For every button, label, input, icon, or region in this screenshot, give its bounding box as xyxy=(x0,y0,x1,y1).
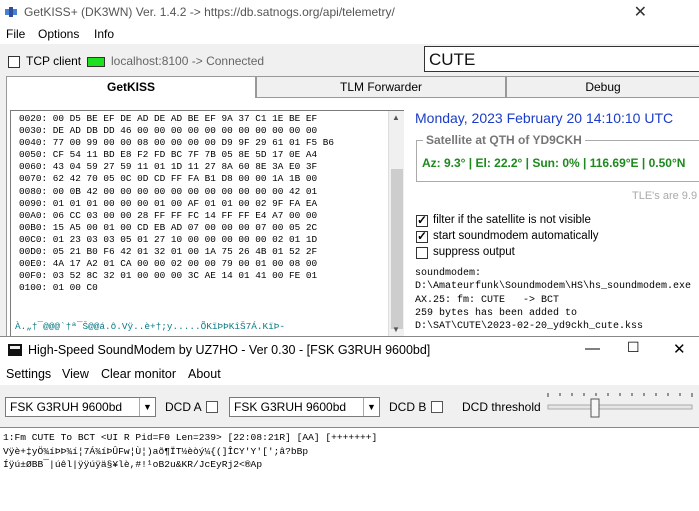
hex-line: 0070: 62 42 70 05 0C 0D CD FF FA B1 D8 0… xyxy=(19,173,318,185)
hex-line: 0100: 01 00 C0 xyxy=(19,282,98,294)
menu-info[interactable]: Info xyxy=(94,27,114,41)
suppress-output-label: suppress output xyxy=(433,246,515,258)
getkiss-window: GetKISS+ (DK3WN) Ver. 1.4.2 -> https://d… xyxy=(0,0,699,338)
soundmodem-titlebar[interactable]: High-Speed SoundModem by UZ7HO - Ver 0.3… xyxy=(0,337,699,363)
status-log: soundmodem: D:\Amateurfunk\Soundmodem\HS\… xyxy=(415,267,691,333)
monitor-lines: 1:Fm CUTE To BCT <UI R Pid=F0 Len=239> [… xyxy=(3,431,377,472)
filter-visible-checkbox[interactable] xyxy=(416,213,428,227)
hex-line: 00F0: 03 52 8C 32 01 00 00 00 3C AE 14 0… xyxy=(19,270,318,282)
monitor-line: Vÿè+‡yÖ¾íÞÞ¾í¦7Á¾íÞÛFw¦Ù¦)aõ¶ÏT½èòý¼{(]Î… xyxy=(3,445,309,457)
log-line: AX.25: fm: CUTE -> BCT xyxy=(415,294,560,306)
hex-line: 00A0: 06 CC 03 00 00 28 FF FF FC 14 FF F… xyxy=(19,209,318,221)
monitor-line: Íÿú±ØBB¯|úêl|ÿÿúÿä§¥lè,#!¹oB2u&KR/JcEyRj… xyxy=(3,459,263,470)
hex-line: 00C0: 01 23 03 03 05 01 27 10 00 00 00 0… xyxy=(19,233,318,245)
menu-file[interactable]: File xyxy=(6,27,25,41)
monitor-line: 1:Fm CUTE To BCT <UI R Pid=F0 Len=239> [… xyxy=(3,432,378,443)
monitor-view[interactable]: 1:Fm CUTE To BCT <UI R Pid=F0 Len=239> [… xyxy=(0,427,699,511)
qth-values: Az: 9.3° | El: 22.2° | Sun: 0% | 116.69°… xyxy=(422,156,686,170)
menu-view[interactable]: View xyxy=(62,367,89,381)
hex-line: 0030: DE AD DB DD 46 00 00 00 00 00 00 0… xyxy=(19,125,318,137)
log-line: D:\SAT\CUTE\2023-02-20_yd9ckh_cute.kss xyxy=(415,321,644,333)
dcd-a-indicator xyxy=(206,401,218,413)
tab-getkiss[interactable]: GetKISS xyxy=(6,76,256,100)
hex-line: 0080: 00 0B 42 00 00 00 00 00 00 00 00 0… xyxy=(19,185,318,197)
scroll-up-icon[interactable]: ▲ xyxy=(392,113,400,122)
tcp-client-label: TCP client xyxy=(26,54,82,68)
start-soundmodem-label: start soundmodem automatically xyxy=(433,230,599,242)
maximize-icon[interactable]: ☐ xyxy=(627,339,640,356)
tcp-client-checkbox[interactable] xyxy=(8,56,20,68)
dcd-threshold-slider[interactable] xyxy=(546,391,696,423)
modem-b-value: FSK G3RUH 9600bd xyxy=(234,400,347,414)
hex-scrollbar[interactable]: ▲ ▼ xyxy=(388,111,404,337)
modem-a-value: FSK G3RUH 9600bd xyxy=(10,400,123,414)
satellite-app-icon xyxy=(5,7,17,17)
hex-line: 0040: 77 00 99 00 00 08 00 00 00 00 D9 9… xyxy=(19,137,335,149)
filter-visible-label: filter if the satellite is not visible xyxy=(433,214,591,226)
tab-tlm-forwarder[interactable]: TLM Forwarder xyxy=(256,76,506,98)
log-line: 259 bytes has been added to xyxy=(415,307,578,319)
getkiss-title: GetKISS+ (DK3WN) Ver. 1.4.2 -> https://d… xyxy=(24,5,395,19)
hex-dump-view[interactable]: 0020: 00 D5 BE EF DE AD DE AD BE EF 9A 3… xyxy=(10,110,404,338)
slider-thumb xyxy=(590,398,600,418)
connection-led-icon xyxy=(87,57,105,67)
dcd-a-label: DCD A xyxy=(165,400,202,414)
start-soundmodem-checkbox[interactable] xyxy=(416,229,428,243)
scroll-thumb[interactable] xyxy=(391,169,403,329)
modem-b-select[interactable]: FSK G3RUH 9600bd ▼ xyxy=(229,397,380,417)
soundmodem-title: High-Speed SoundModem by UZ7HO - Ver 0.3… xyxy=(28,343,431,357)
dcd-threshold-label: DCD threshold xyxy=(462,400,541,414)
tab-debug[interactable]: Debug xyxy=(506,76,699,98)
hex-line: 0050: CF 54 11 BD E8 F2 FD BC 7F 7B 05 8… xyxy=(19,149,318,161)
menu-about[interactable]: About xyxy=(188,367,221,381)
scroll-down-icon[interactable]: ▼ xyxy=(392,325,400,334)
hex-line: 0020: 00 D5 BE EF DE AD DE AD BE EF 9A 3… xyxy=(19,113,318,124)
hex-line: 00B0: 15 A5 00 01 00 CD EB AD 07 00 00 0… xyxy=(19,221,318,233)
getkiss-menubar: File Options Info xyxy=(0,24,699,44)
soundmodem-menubar: Settings View Clear monitor About xyxy=(0,363,699,385)
hex-dump-lines: 0020: 00 D5 BE EF DE AD DE AD BE EF 9A 3… xyxy=(19,113,334,294)
menu-clear-monitor[interactable]: Clear monitor xyxy=(101,367,176,381)
hex-ascii-line: À.„†¯@@@`†ª¯Š@@á.ô.Vÿ..è+†;y.....ÕKïÞÞKî… xyxy=(15,321,286,332)
qth-label: Satellite at QTH of YD9CKH xyxy=(423,133,585,147)
suppress-output-checkbox[interactable] xyxy=(416,247,428,259)
soundmodem-window: High-Speed SoundModem by UZ7HO - Ver 0.3… xyxy=(0,336,699,511)
dcd-b-label: DCD B xyxy=(389,400,427,414)
tab-bar: GetKISS TLM Forwarder Debug xyxy=(6,76,699,100)
tle-age: TLE's are 9.9 d xyxy=(632,190,699,202)
soundmodem-app-icon xyxy=(8,344,22,356)
hex-line: 0090: 01 01 01 00 00 00 01 00 AF 01 01 0… xyxy=(19,197,318,209)
menu-settings[interactable]: Settings xyxy=(6,367,51,381)
hex-line: 00D0: 05 21 B0 F6 42 01 32 01 00 1A 75 2… xyxy=(19,246,318,258)
close-icon[interactable]: ✕ xyxy=(673,340,686,358)
hex-line: 0060: 43 04 59 27 59 11 01 1D 11 27 8A 6… xyxy=(19,161,318,173)
hex-line: 00E0: 4A 17 A2 01 CA 00 00 02 00 00 79 0… xyxy=(19,258,318,270)
getkiss-titlebar[interactable]: GetKISS+ (DK3WN) Ver. 1.4.2 -> https://d… xyxy=(0,0,699,24)
dcd-b-indicator xyxy=(431,401,443,413)
modem-a-select[interactable]: FSK G3RUH 9600bd ▼ xyxy=(5,397,156,417)
close-icon[interactable]: ✕ xyxy=(634,2,647,22)
log-line: soundmodem: xyxy=(415,268,482,279)
log-line: D:\Amateurfunk\Soundmodem\HS\hs_soundmod… xyxy=(415,281,692,293)
connection-status: localhost:8100 -> Connected xyxy=(111,54,265,68)
minimize-icon[interactable]: — xyxy=(585,340,600,357)
satellite-name-field[interactable]: CUTE xyxy=(424,46,699,72)
chevron-down-icon[interactable]: ▼ xyxy=(363,398,379,416)
date-time: Monday, 2023 February 20 14:10:10 UTC xyxy=(415,110,674,126)
menu-options[interactable]: Options xyxy=(38,27,79,41)
chevron-down-icon[interactable]: ▼ xyxy=(139,398,155,416)
